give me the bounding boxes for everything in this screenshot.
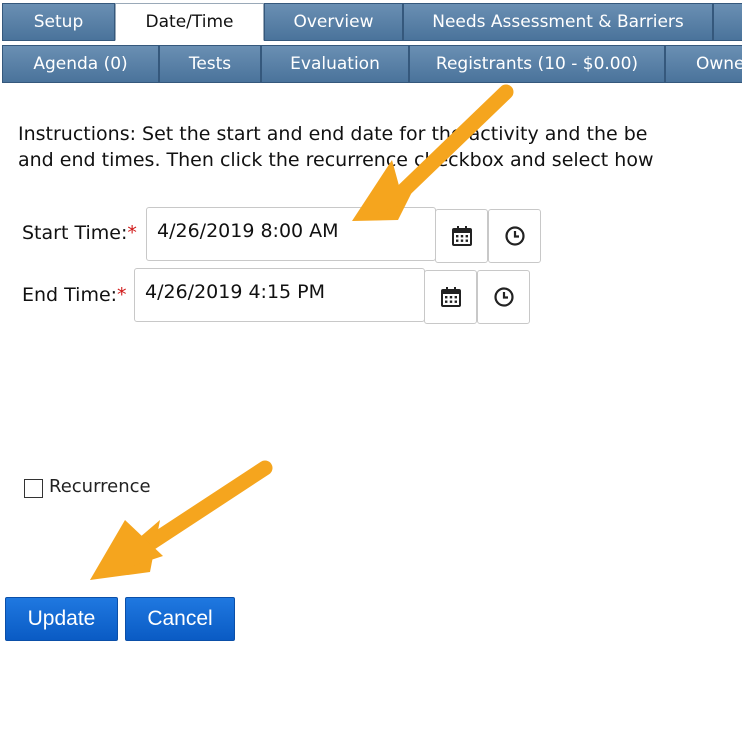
start-time-input[interactable] xyxy=(146,207,436,261)
end-time-required-mark: * xyxy=(117,284,127,306)
update-button-label: Update xyxy=(27,607,96,630)
update-button[interactable]: Update xyxy=(5,597,118,641)
start-time-label: Start Time:* xyxy=(22,222,137,244)
tab-overview-label: Overview xyxy=(293,12,374,32)
tab-owners-clipped[interactable]: Owne xyxy=(665,45,742,83)
calendar-icon xyxy=(451,226,472,246)
clock-icon xyxy=(493,287,514,307)
tab-tests-label: Tests xyxy=(188,54,232,74)
tab-registrants-label: Registrants (10 - $0.00) xyxy=(435,54,639,74)
instructions-text: Instructions: Set the start and end date… xyxy=(18,121,742,173)
instructions-line-1: Instructions: Set the start and end date… xyxy=(18,123,648,145)
recurrence-label: Recurrence xyxy=(49,476,151,497)
end-date-picker-button[interactable] xyxy=(424,270,477,324)
start-time-picker-button[interactable] xyxy=(488,209,541,263)
tab-owners-label: Owne xyxy=(696,54,742,74)
tab-tests[interactable]: Tests xyxy=(159,45,261,83)
tab-row-secondary: Agenda (0) Tests Evaluation Registrants … xyxy=(0,45,742,83)
tab-setup[interactable]: Setup xyxy=(2,3,115,41)
end-time-input[interactable] xyxy=(134,268,425,322)
end-time-picker-button[interactable] xyxy=(477,270,530,324)
start-time-required-mark: * xyxy=(127,222,137,244)
cancel-button[interactable]: Cancel xyxy=(125,597,235,641)
tab-agenda[interactable]: Agenda (0) xyxy=(2,45,159,83)
start-time-label-text: Start Time: xyxy=(22,222,128,244)
tab-row-primary: Setup Date/Time Overview Needs Assessmen… xyxy=(0,3,742,41)
tab-next-clipped[interactable] xyxy=(713,3,742,41)
tab-date-time[interactable]: Date/Time xyxy=(115,3,264,41)
tab-evaluation[interactable]: Evaluation xyxy=(261,45,409,83)
start-date-picker-button[interactable] xyxy=(435,209,488,263)
tab-needs-assessment-label: Needs Assessment & Barriers xyxy=(432,12,684,32)
recurrence-checkbox[interactable] xyxy=(24,479,43,498)
cancel-button-label: Cancel xyxy=(147,607,213,630)
tab-setup-label: Setup xyxy=(33,12,84,32)
tab-needs-assessment[interactable]: Needs Assessment & Barriers xyxy=(403,3,713,41)
clock-icon xyxy=(504,226,525,246)
tab-agenda-label: Agenda (0) xyxy=(33,54,128,74)
end-time-label: End Time:* xyxy=(22,284,127,306)
tab-evaluation-label: Evaluation xyxy=(290,54,380,74)
instructions-line-2: and end times. Then click the recurrence… xyxy=(18,149,654,171)
tab-date-time-label: Date/Time xyxy=(145,12,234,32)
tab-registrants[interactable]: Registrants (10 - $0.00) xyxy=(409,45,665,83)
end-time-label-text: End Time: xyxy=(22,284,118,306)
calendar-icon xyxy=(440,287,461,307)
tab-overview[interactable]: Overview xyxy=(264,3,403,41)
